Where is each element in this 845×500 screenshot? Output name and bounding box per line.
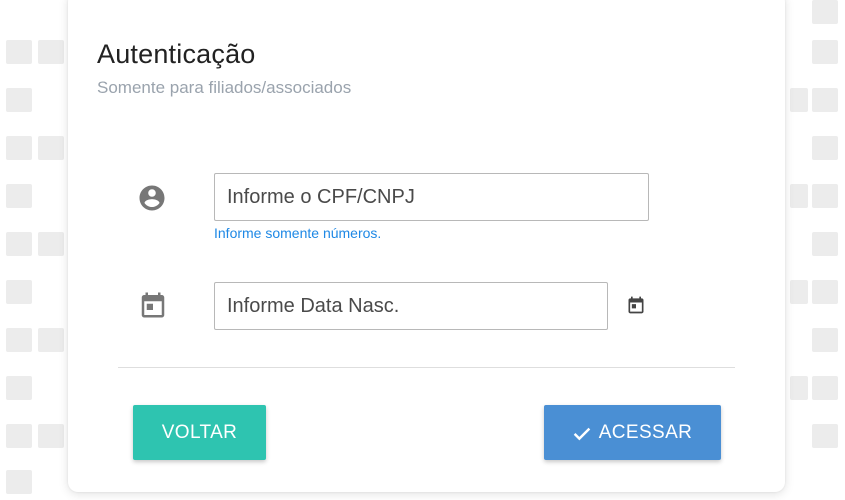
background-tile bbox=[38, 328, 64, 352]
background-tile bbox=[6, 376, 32, 400]
page-title: Autenticação bbox=[97, 39, 256, 69]
access-button[interactable]: ACESSAR bbox=[544, 405, 721, 460]
background-tile bbox=[790, 184, 808, 208]
background-tile bbox=[812, 88, 838, 112]
auth-card: Autenticação Somente para filiados/assoc… bbox=[68, 0, 785, 492]
background-tile bbox=[6, 136, 32, 160]
background-tile bbox=[812, 136, 838, 160]
calendar-picker-icon[interactable] bbox=[626, 295, 646, 315]
background-tile bbox=[6, 88, 32, 112]
background-tile bbox=[812, 424, 838, 448]
cpf-cnpj-input[interactable] bbox=[214, 173, 649, 221]
background-tile bbox=[812, 184, 838, 208]
background-tile bbox=[38, 424, 64, 448]
birthdate-input[interactable] bbox=[214, 282, 608, 330]
background-tile bbox=[6, 232, 32, 256]
background-tile bbox=[812, 280, 838, 304]
background-tile bbox=[790, 280, 808, 304]
cpf-hint: Informe somente números. bbox=[214, 225, 382, 241]
background-tile bbox=[812, 40, 838, 64]
back-button[interactable]: VOLTAR bbox=[133, 405, 266, 460]
background-tile bbox=[6, 280, 32, 304]
background-tile bbox=[790, 88, 808, 112]
access-button-label: ACESSAR bbox=[598, 421, 693, 443]
background-tile bbox=[6, 328, 32, 352]
check-icon bbox=[573, 425, 591, 441]
background-tile bbox=[6, 40, 32, 64]
calendar-icon bbox=[138, 290, 168, 320]
background-tile bbox=[6, 424, 32, 448]
background-tile bbox=[812, 232, 838, 256]
background-tile bbox=[812, 376, 838, 400]
background-tile bbox=[790, 376, 808, 400]
account-circle-icon bbox=[137, 183, 167, 213]
background-tile bbox=[6, 470, 32, 494]
background-tile bbox=[38, 232, 64, 256]
background-tile bbox=[812, 0, 838, 24]
back-button-label: VOLTAR bbox=[161, 421, 238, 443]
background-tile bbox=[38, 136, 64, 160]
divider bbox=[118, 367, 735, 368]
background-tile bbox=[38, 40, 64, 64]
page-subtitle: Somente para filiados/associados bbox=[97, 78, 352, 97]
background-tile bbox=[6, 184, 32, 208]
background-tile bbox=[812, 328, 838, 352]
